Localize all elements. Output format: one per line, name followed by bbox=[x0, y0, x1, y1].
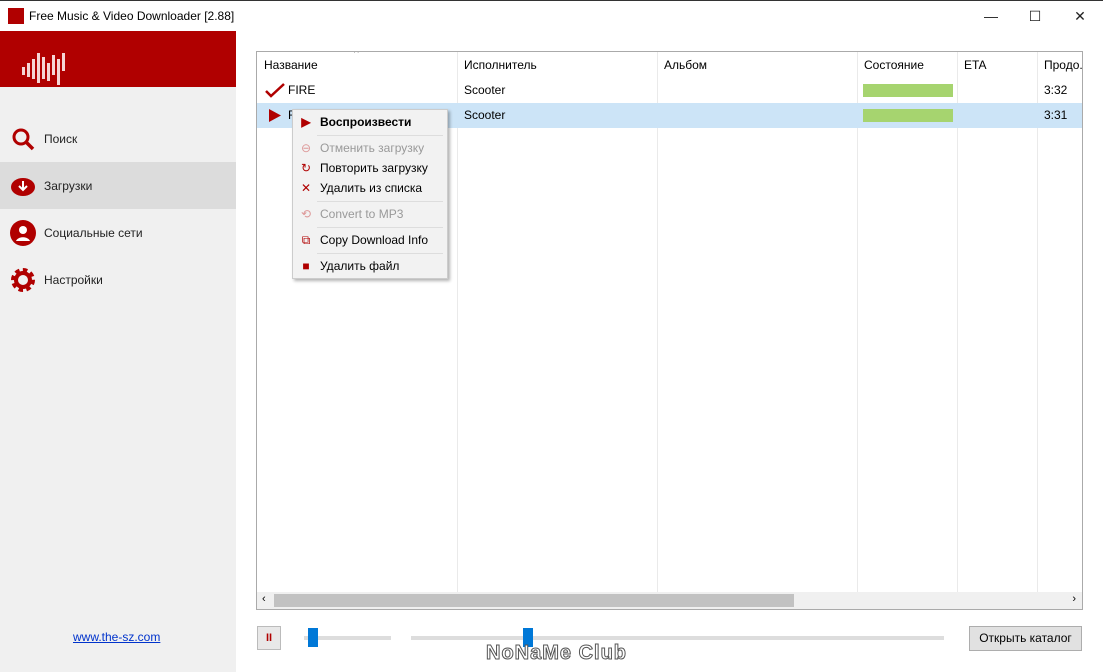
play-icon bbox=[269, 109, 281, 122]
cell-title: FIRE bbox=[288, 83, 316, 97]
cloud-download-icon bbox=[10, 173, 36, 199]
cell-duration: 3:32 bbox=[1044, 83, 1068, 97]
horizontal-scrollbar[interactable]: ‹ › bbox=[257, 592, 1082, 609]
menu-separator bbox=[317, 201, 443, 202]
sidebar-item-settings[interactable]: Настройки bbox=[0, 256, 236, 303]
menu-item-play[interactable]: ▶ Воспроизвести bbox=[293, 112, 447, 132]
close-icon: ✕ bbox=[300, 181, 312, 195]
close-button[interactable]: ✕ bbox=[1057, 1, 1103, 31]
title-bar: Free Music & Video Downloader [2.88] — ☐… bbox=[0, 0, 1103, 31]
trash-icon: ■ bbox=[302, 259, 310, 273]
retry-icon: ↻ bbox=[300, 161, 312, 175]
column-divider bbox=[957, 52, 958, 593]
sidebar: Поиск Загрузки Социальные сети Настройки… bbox=[0, 31, 236, 672]
volume-slider-handle[interactable] bbox=[308, 628, 319, 647]
waveform-logo-icon bbox=[22, 53, 65, 85]
menu-separator bbox=[317, 135, 443, 136]
cell-duration: 3:31 bbox=[1044, 108, 1068, 122]
column-divider bbox=[1037, 52, 1038, 593]
menu-item-delete-file[interactable]: ■ Удалить файл bbox=[293, 256, 447, 276]
header-title[interactable]: Название bbox=[257, 52, 318, 78]
seek-slider[interactable] bbox=[411, 636, 944, 640]
header-album[interactable]: Альбом bbox=[657, 52, 707, 78]
column-divider bbox=[857, 52, 858, 593]
open-folder-button[interactable]: Открыть каталог bbox=[969, 626, 1082, 651]
context-menu: ▶ Воспроизвести ⊖ Отменить загрузку ↻ Повто… bbox=[292, 109, 448, 279]
menu-item-retry[interactable]: ↻ Повторить загрузку bbox=[293, 158, 447, 178]
convert-icon: ⟲ bbox=[300, 207, 312, 221]
cell-artist: Scooter bbox=[464, 108, 506, 122]
website-link[interactable]: www.the-sz.com bbox=[73, 630, 160, 644]
menu-item-convert[interactable]: ⟲ Convert to MP3 bbox=[293, 204, 447, 224]
copy-icon: ⧉ bbox=[301, 233, 311, 247]
app-icon bbox=[8, 8, 24, 24]
menu-separator bbox=[317, 253, 443, 254]
menu-item-remove[interactable]: ✕ Удалить из списка bbox=[293, 178, 447, 198]
header-status[interactable]: Состояние bbox=[857, 52, 924, 78]
cancel-icon: ⊖ bbox=[300, 141, 312, 155]
search-icon bbox=[10, 126, 36, 152]
sidebar-item-search[interactable]: Поиск bbox=[0, 115, 236, 162]
minimize-button[interactable]: — bbox=[968, 1, 1014, 31]
watermark: NoNaMe Club bbox=[486, 642, 627, 665]
header-duration[interactable]: Продо... bbox=[1037, 52, 1082, 78]
column-divider bbox=[457, 52, 458, 593]
logo-banner bbox=[0, 31, 236, 87]
progress-bar bbox=[863, 84, 953, 97]
sidebar-item-social[interactable]: Социальные сети bbox=[0, 209, 236, 256]
header-artist[interactable]: Исполнитель bbox=[457, 52, 537, 78]
table-row[interactable]: FIRE Scooter 3:32 bbox=[257, 78, 1082, 103]
cell-artist: Scooter bbox=[464, 83, 506, 97]
play-icon: ▶ bbox=[301, 115, 311, 129]
gear-icon bbox=[10, 267, 36, 293]
sidebar-item-downloads[interactable]: Загрузки bbox=[0, 162, 236, 209]
pause-button[interactable]: II bbox=[257, 626, 281, 650]
maximize-button[interactable]: ☐ bbox=[1012, 1, 1058, 31]
header-eta[interactable]: ETA bbox=[957, 52, 986, 78]
user-icon bbox=[10, 219, 36, 246]
scroll-right-icon[interactable]: › bbox=[1072, 593, 1076, 605]
scrollbar-thumb[interactable] bbox=[274, 594, 794, 607]
menu-item-cancel[interactable]: ⊖ Отменить загрузку bbox=[293, 138, 447, 158]
column-divider bbox=[657, 52, 658, 593]
scroll-left-icon[interactable]: ‹ bbox=[262, 593, 266, 605]
progress-bar bbox=[863, 109, 953, 122]
menu-item-copy-info[interactable]: ⧉ Copy Download Info bbox=[293, 230, 447, 250]
window-title: Free Music & Video Downloader [2.88] bbox=[29, 9, 235, 23]
menu-separator bbox=[317, 227, 443, 228]
sort-ascending-icon: ^ bbox=[354, 51, 359, 59]
